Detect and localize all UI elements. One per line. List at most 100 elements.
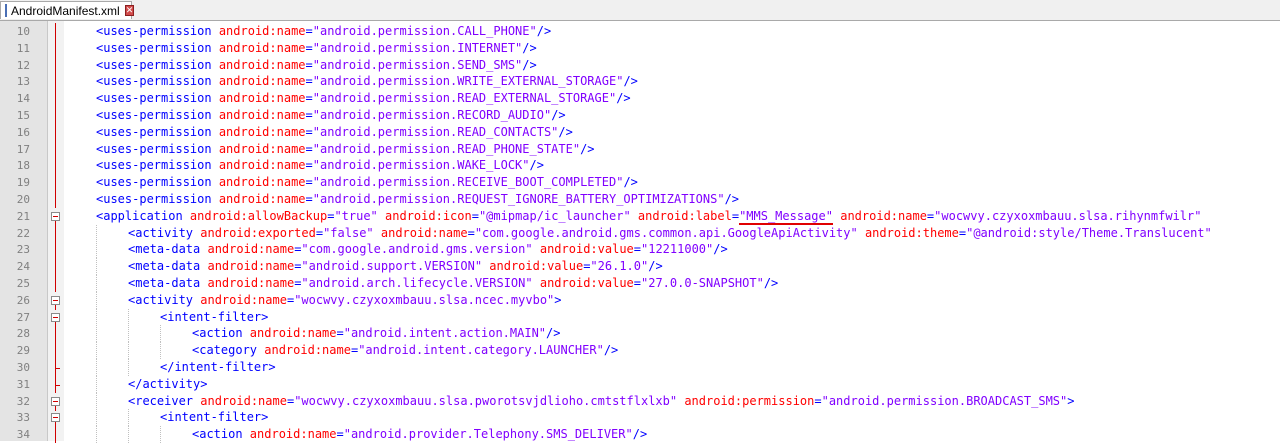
- close-icon[interactable]: ✕: [124, 5, 135, 16]
- code-token: =: [305, 108, 313, 122]
- indent-guide: [96, 224, 97, 242]
- fold-end-marker: [55, 384, 60, 386]
- code-token: =: [305, 175, 313, 190]
- code-token: android:label: [637, 208, 732, 223]
- code-line[interactable]: 31 </activity>: [0, 375, 1280, 393]
- code-token: android:permission: [684, 393, 815, 408]
- code-token: <uses-permission: [96, 192, 219, 206]
- indent-guide: [96, 359, 97, 376]
- code-token: "false": [323, 225, 381, 240]
- line-number: 16: [16, 125, 30, 139]
- code-token: <uses-permission: [96, 57, 219, 72]
- indent-guide: [96, 325, 97, 343]
- code-token: =: [315, 225, 324, 240]
- code-line[interactable]: 30 </intent-filter>: [0, 359, 1280, 376]
- code-text: <uses-permission android:name="android.p…: [96, 174, 638, 191]
- line-number: 17: [16, 142, 30, 156]
- line-number: 28: [16, 327, 30, 341]
- code-token: />: [522, 40, 537, 55]
- code-editor[interactable]: 10 <uses-permission android:name="android…: [0, 21, 1280, 443]
- code-line[interactable]: 33 <intent-filter>: [0, 409, 1280, 428]
- fold-line: [55, 191, 56, 208]
- code-text: <category android:name="android.intent.c…: [192, 342, 618, 359]
- line-number: 19: [16, 176, 30, 190]
- fold-toggle-icon[interactable]: [51, 396, 60, 406]
- code-line[interactable]: 18 <uses-permission android:name="android…: [0, 157, 1280, 175]
- code-line[interactable]: 26 <activity android:name="wocwvy.czyxoxm…: [0, 291, 1280, 310]
- code-token: android:name: [218, 91, 306, 106]
- code-token: >: [1067, 393, 1075, 408]
- code-token: />: [713, 242, 728, 257]
- fold-line: [55, 90, 56, 108]
- fold-toggle-icon[interactable]: [51, 413, 60, 423]
- code-line[interactable]: 14 <uses-permission android:name="android…: [0, 90, 1280, 108]
- code-token: android:name: [218, 74, 306, 89]
- code-token: android:name: [249, 427, 337, 442]
- code-line[interactable]: 24 <meta-data android:name="android.suppo…: [0, 258, 1280, 276]
- code-token: =: [305, 141, 313, 156]
- indent-guide: [96, 291, 97, 309]
- code-token: "26.1.0": [590, 259, 649, 274]
- fold-line: [55, 426, 56, 443]
- code-text: </activity>: [128, 376, 207, 393]
- code-line[interactable]: 29 <category android:name="android.intent…: [0, 342, 1280, 360]
- fold-line: [55, 275, 56, 292]
- indent-guide: [128, 409, 129, 427]
- fold-toggle-icon[interactable]: [51, 295, 60, 305]
- code-token: android:name: [249, 326, 337, 341]
- code-token: android:allowBackup: [189, 208, 328, 223]
- code-line[interactable]: 28 <action android:name="android.intent.a…: [0, 325, 1280, 343]
- indent-guide: [96, 375, 97, 393]
- code-token: "android.permission.WAKE_LOCK": [312, 158, 530, 173]
- code-token: android:theme: [864, 225, 959, 240]
- code-token: />: [648, 259, 663, 274]
- code-token: >: [554, 292, 562, 307]
- code-token: <uses-permission: [96, 108, 219, 122]
- code-line[interactable]: 15 <uses-permission android:name="android…: [0, 107, 1280, 124]
- code-line[interactable]: 25 <meta-data android:name = "android.arch.…: [0, 275, 1280, 292]
- code-line[interactable]: 27 <intent-filter>: [0, 308, 1280, 327]
- code-text: <intent-filter>: [160, 309, 268, 326]
- code-token: android:name: [218, 24, 306, 38]
- code-line[interactable]: 21 <application android:allowBackup = "true…: [0, 208, 1280, 226]
- code-token: =: [305, 124, 313, 139]
- indent-guide: [96, 308, 97, 326]
- code-line[interactable]: 13 <uses-permission android:name="android…: [0, 73, 1280, 91]
- code-token: "wocwvy.czyxoxmbauu.slsa.pworotsvjdlioho…: [294, 393, 685, 408]
- code-line[interactable]: 16 <uses-permission android:name="android…: [0, 123, 1280, 141]
- code-token: <uses-permission: [96, 124, 219, 139]
- line-number: 25: [16, 277, 30, 290]
- code-line[interactable]: 34 <action android:name="android.provider…: [0, 426, 1280, 443]
- code-text: <action android:name="android.intent.act…: [192, 325, 560, 342]
- indent-guide: [96, 342, 97, 360]
- code-token: =: [305, 192, 313, 206]
- indent-guide: [128, 426, 129, 443]
- line-number: 23: [16, 243, 30, 257]
- line-number: 33: [16, 411, 30, 425]
- fold-toggle-icon[interactable]: [51, 312, 60, 322]
- code-line[interactable]: 32 <receiver android:name = "wocwvy.czyxoxm…: [0, 392, 1280, 411]
- fold-line: [55, 73, 56, 91]
- code-line[interactable]: 23 <meta-data android:name = "com.google.an…: [0, 241, 1280, 259]
- code-token: "android.permission.REQUEST_IGNORE_BATTE…: [312, 192, 725, 206]
- code-token: "android.permission.READ_CONTACTS": [312, 124, 559, 139]
- fold-toggle-icon[interactable]: [51, 211, 60, 221]
- code-line[interactable]: 10 <uses-permission android:name="android…: [0, 23, 1280, 40]
- line-number: 20: [16, 193, 30, 206]
- line-number: 29: [16, 344, 30, 358]
- code-token: =: [633, 242, 641, 257]
- code-text: <application android:allowBackup="true" …: [96, 208, 1201, 225]
- code-token: android:name: [218, 108, 306, 122]
- code-token: "android.permission.RECORD_AUDIO": [312, 108, 552, 122]
- code-line[interactable]: 22 <activity android:exported="false" and…: [0, 224, 1280, 242]
- code-line[interactable]: 11 <uses-permission android:name="android…: [0, 39, 1280, 57]
- fold-line: [55, 241, 56, 259]
- code-token: "android.permission.BROADCAST_SMS": [821, 393, 1068, 408]
- code-token: android:name: [218, 141, 306, 156]
- code-line[interactable]: 20 <uses-permission android:name="android…: [0, 191, 1280, 208]
- code-line[interactable]: 17 <uses-permission android:name="android…: [0, 140, 1280, 158]
- tab-androidmanifest[interactable]: AndroidManifest.xml ✕: [0, 1, 135, 19]
- code-line[interactable]: 19 <uses-permission android:name="android…: [0, 174, 1280, 192]
- code-line[interactable]: 12 <uses-permission android:name="android…: [0, 56, 1280, 74]
- code-token: android:value: [489, 259, 584, 274]
